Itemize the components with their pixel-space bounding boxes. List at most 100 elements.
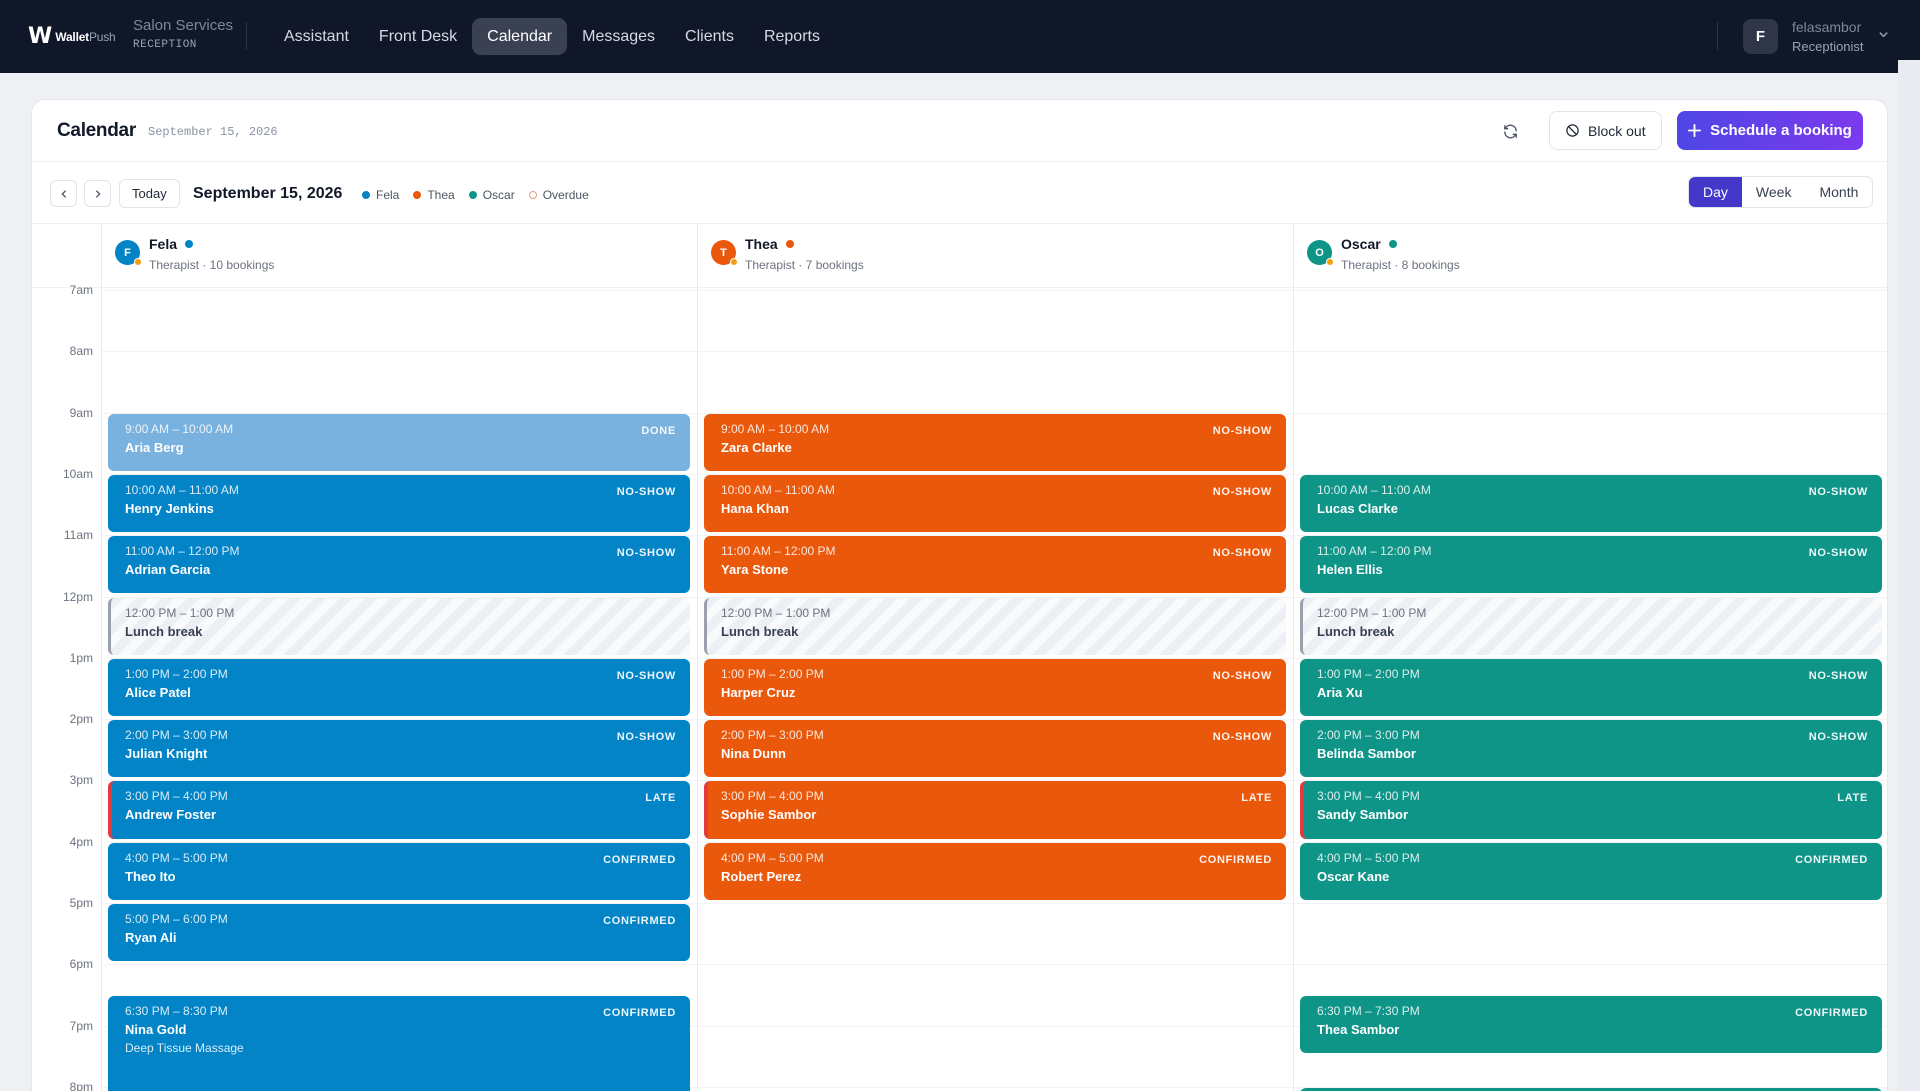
booking-time: 11:00 AM – 12:00 PM (721, 544, 836, 559)
window-edge (1898, 60, 1920, 1091)
current-date: September 15, 2026 (193, 185, 343, 202)
booking-card[interactable]: 10:00 AM – 11:00 AM Hana Khan NO-SHOW (704, 474, 1286, 533)
booking-time: 10:00 AM – 11:00 AM (1317, 482, 1431, 497)
booking-card[interactable]: 4:00 PM – 5:00 PM Oscar Kane CONFIRMED (1300, 842, 1882, 900)
refresh-button[interactable] (1498, 119, 1522, 143)
page-date: September 15, 2026 (148, 125, 278, 139)
booking-card[interactable]: 1:00 PM – 2:00 PM Alice Patel NO-SHOW (108, 658, 690, 717)
nav-item-front-desk[interactable]: Front Desk (364, 18, 472, 55)
booking-card[interactable]: 10:00 AM – 11:00 AM Henry Jenkins NO-SHOW (108, 474, 690, 533)
status-badge: NO-SHOW (1808, 669, 1868, 682)
booking-card[interactable]: 10:00 AM – 11:00 AM Lucas Clarke NO-SHOW (1300, 474, 1882, 533)
booking-card[interactable]: 3:00 PM – 4:00 PM Sandy Sambor LATE (1300, 781, 1882, 839)
therapist-color-dot-icon (785, 240, 794, 248)
time-label: 12pm (62, 589, 93, 604)
legend-label: Fela (376, 188, 400, 202)
booking-client: Adrian Garcia (125, 562, 211, 578)
therapist-subtitle: Therapist · 10 bookings (149, 258, 275, 272)
status-badge: NO-SHOW (1212, 731, 1272, 744)
booking-time: 2:00 PM – 3:00 PM (1317, 728, 1420, 743)
workspace-context: Salon Services RECEPTION (133, 17, 233, 51)
time-axis: 7am 8am 9am 10am 11am 12pm 1pm 2pm 3pm 4pm 5pm 6pm 7… (32, 283, 101, 1091)
booking-card[interactable]: 3:00 PM – 4:00 PM Andrew Foster LATE (108, 781, 690, 839)
booking-card[interactable]: 11:00 AM – 12:00 PM Yara Stone NO-SHOW (704, 536, 1286, 594)
view-week-button[interactable]: Week (1742, 177, 1806, 207)
therapist-legend: Fela Thea Oscar Overdue (362, 188, 589, 202)
lunch-break-block: 12:00 PM – 1:00 PM Lunch break (108, 597, 690, 655)
booking-time: 4:00 PM – 5:00 PM (721, 850, 824, 865)
legend-dot-icon (413, 191, 422, 199)
nav-item-assistant[interactable]: Assistant (269, 18, 364, 55)
legend-dot-icon (468, 191, 477, 199)
therapist-color-dot-icon (185, 240, 194, 248)
lunch-break-block: 12:00 PM – 1:00 PM Lunch break (704, 597, 1286, 655)
nav-divider (246, 22, 247, 50)
booking-time: 11:00 AM – 12:00 PM (1317, 544, 1432, 559)
next-day-button[interactable] (84, 180, 111, 207)
user-menu[interactable]: F felasambor Receptionist (1743, 19, 1889, 54)
booking-time: 2:00 PM – 3:00 PM (721, 728, 824, 743)
therapist-avatar: F (115, 240, 142, 266)
booking-card[interactable]: 1:00 PM – 2:00 PM Aria Xu NO-SHOW (1300, 658, 1882, 717)
status-badge: NO-SHOW (1808, 485, 1868, 498)
booking-card[interactable]: 2:00 PM – 3:00 PM Julian Knight NO-SHOW (108, 720, 690, 778)
refresh-icon (1503, 124, 1517, 138)
status-badge: CONFIRMED (1795, 853, 1868, 866)
view-switcher: Day Week Month (1688, 176, 1874, 208)
block-out-button[interactable]: Block out (1549, 111, 1662, 150)
nav-item-clients[interactable]: Clients (670, 18, 749, 55)
view-day-button[interactable]: Day (1689, 177, 1742, 207)
booking-card[interactable]: 11:00 AM – 12:00 PM Helen Ellis NO-SHOW (1300, 536, 1882, 594)
booking-client: Andrew Foster (125, 807, 217, 823)
booking-card[interactable]: 1:00 PM – 2:00 PM Harper Cruz NO-SHOW (704, 658, 1286, 717)
time-label: 8am (69, 344, 93, 359)
nav-item-reports[interactable]: Reports (749, 18, 835, 55)
legend-item-fela: Fela (362, 188, 399, 202)
brand-logo[interactable]: W WalletPush (28, 24, 116, 49)
schedule-booking-label: Schedule a booking (1710, 122, 1852, 139)
booking-card[interactable]: 5:00 PM – 6:00 PM Ryan Ali CONFIRMED (108, 904, 690, 962)
today-button[interactable]: Today (119, 179, 180, 208)
previous-day-button[interactable] (50, 180, 77, 207)
time-label: 4pm (69, 834, 93, 849)
booking-card[interactable]: 6:30 PM – 8:30 PM Nina Gold Deep Tissue Ma… (108, 995, 690, 1091)
column-header-fela: F Fela Therapist · 10 bookings (101, 224, 697, 288)
nav-item-messages[interactable]: Messages (567, 18, 670, 55)
booking-client: Hana Khan (721, 500, 789, 516)
status-badge: NO-SHOW (1212, 424, 1272, 437)
booking-time: 6:30 PM – 7:30 PM (1317, 1003, 1420, 1018)
booking-card[interactable]: 4:00 PM – 5:00 PM Theo Ito CONFIRMED (108, 842, 690, 900)
booking-card[interactable]: 3:00 PM – 4:00 PM Sophie Sambor LATE (704, 781, 1286, 839)
booking-time: 9:00 AM – 10:00 AM (721, 421, 830, 436)
booking-time: 4:00 PM – 5:00 PM (125, 850, 228, 865)
main-nav: Assistant Front Desk Calendar Messages Clien… (269, 18, 835, 55)
schedule-booking-button[interactable]: Schedule a booking (1677, 111, 1863, 150)
time-label: 5pm (69, 896, 93, 910)
booking-card[interactable]: 9:00 AM – 10:00 AM Aria Berg DONE (108, 413, 690, 471)
booking-time: 2:00 PM – 3:00 PM (125, 728, 228, 743)
status-badge: CONFIRMED (1795, 1006, 1868, 1019)
status-dot-icon (134, 258, 142, 266)
status-badge: NO-SHOW (616, 485, 676, 498)
legend-label: Oscar (482, 188, 515, 202)
therapist-column-headers: F Fela Therapist · 10 bookings T Thea Therapi… (32, 224, 1887, 288)
status-badge: NO-SHOW (1212, 485, 1272, 498)
booking-card[interactable]: 2:00 PM – 3:00 PM Nina Dunn NO-SHOW (704, 720, 1286, 778)
booking-card[interactable]: 2:00 PM – 3:00 PM Belinda Sambor NO-SHOW (1300, 720, 1882, 778)
booking-time: 4:00 PM – 5:00 PM (1317, 850, 1420, 865)
booking-card[interactable]: 9:00 AM – 10:00 AM Zara Clarke NO-SHOW (704, 413, 1286, 471)
status-badge: NO-SHOW (1808, 731, 1868, 744)
booking-card[interactable]: 11:00 AM – 12:00 PM Adrian Garcia NO-SHOW (108, 536, 690, 594)
nav-item-calendar[interactable]: Calendar (472, 18, 568, 55)
booking-client: Lunch break (721, 623, 799, 639)
booking-client: Ryan Ali (125, 930, 177, 945)
view-month-button[interactable]: Month (1805, 177, 1872, 207)
booking-client: Aria Xu (1317, 684, 1363, 700)
booking-card[interactable]: 4:00 PM – 5:00 PM Robert Perez CONFIRMED (704, 842, 1286, 900)
user-divider (1717, 22, 1718, 50)
booking-card[interactable]: 6:30 PM – 7:30 PM Thea Sambor CONFIRMED (1300, 995, 1882, 1054)
booking-time: 1:00 PM – 2:00 PM (125, 666, 228, 681)
status-dot-icon (730, 258, 738, 266)
therapist-name-label: Fela (149, 236, 178, 252)
booking-client: Lunch break (1317, 623, 1395, 639)
